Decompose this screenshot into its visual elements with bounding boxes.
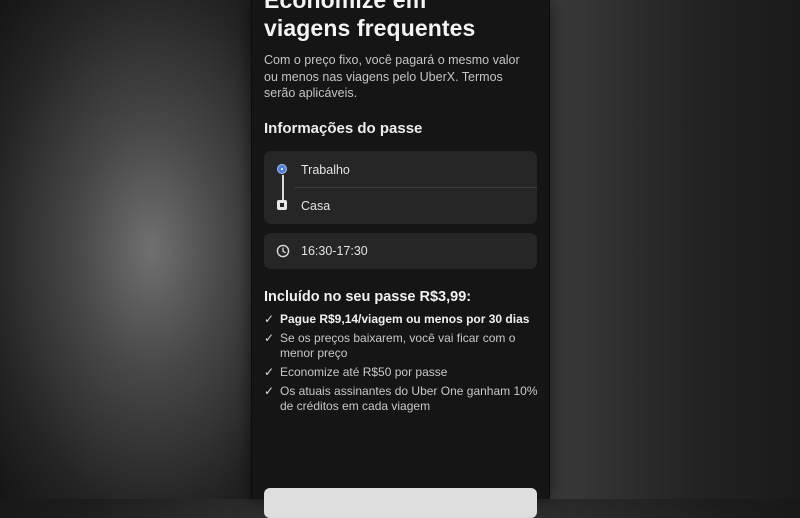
route-connector-line: [282, 175, 284, 203]
background-right: [550, 0, 800, 499]
route-origin-label[interactable]: Trabalho: [301, 163, 350, 177]
pass-info-heading: Informações do passe: [264, 120, 423, 137]
check-icon: ✓: [264, 365, 275, 379]
check-icon: ✓: [264, 384, 275, 398]
benefit-item: ✓ Os atuais assinantes do Uber One ganha…: [264, 384, 539, 414]
phone-screen: Economize em viagens frequentes Com o pr…: [251, 0, 550, 518]
route-card[interactable]: Trabalho Casa: [264, 151, 537, 224]
primary-action-button[interactable]: [264, 488, 537, 518]
benefit-item: ✓ Economize até R$50 por passe: [264, 365, 539, 380]
benefit-text: Economize até R$50 por passe: [280, 365, 448, 379]
check-icon: ✓: [264, 331, 275, 345]
benefit-text: Os atuais assinantes do Uber One ganham …: [280, 384, 538, 413]
background-left: [0, 0, 252, 499]
benefit-item: ✓ Se os preços baixarem, você vai ficar …: [264, 331, 539, 361]
destination-square-icon: [277, 200, 287, 210]
page-subtitle: Com o preço fixo, você pagará o mesmo va…: [264, 53, 520, 100]
benefit-text: Pague R$9,14/viagem ou menos por 30 dias: [280, 312, 530, 326]
check-icon: ✓: [264, 312, 275, 326]
time-window-label: 16:30-17:30: [301, 244, 368, 258]
page-title-line-2: viagens frequentes: [264, 15, 476, 41]
clock-icon: [276, 244, 290, 258]
time-window-card[interactable]: 16:30-17:30: [264, 233, 537, 269]
benefit-item: ✓ Pague R$9,14/viagem ou menos por 30 di…: [264, 312, 539, 327]
included-heading: Incluído no seu passe R$3,99:: [264, 289, 472, 305]
origin-dot-icon: [277, 164, 287, 174]
benefit-text: Se os preços baixarem, você vai ficar co…: [280, 331, 516, 360]
benefits-list: ✓ Pague R$9,14/viagem ou menos por 30 di…: [264, 312, 539, 418]
page-title: Economize em viagens frequentes: [264, 0, 534, 42]
route-divider: [294, 187, 537, 188]
page-title-line-1: Economize em: [264, 0, 427, 13]
route-destination-label[interactable]: Casa: [301, 199, 330, 213]
